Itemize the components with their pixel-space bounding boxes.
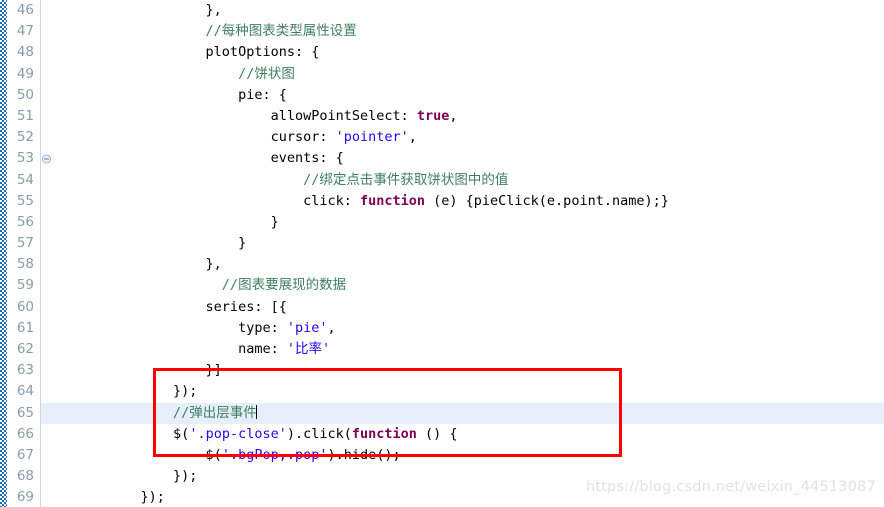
code-token-plain: type: — [43, 319, 287, 336]
code-token-plain: series: [{ — [43, 298, 287, 315]
gutter-separator — [40, 0, 41, 507]
code-token-plain: $( — [43, 446, 222, 463]
code-line[interactable]: series: [{ — [41, 297, 884, 318]
code-token-plain: , — [408, 129, 417, 146]
code-token-kw: function — [351, 425, 417, 442]
code-line[interactable]: } — [41, 212, 884, 233]
code-token-plain: () { — [416, 425, 458, 442]
code-line[interactable]: $('.bgPop,.pop').hide(); — [41, 445, 884, 466]
code-token-plain: ).hide(); — [327, 446, 401, 463]
code-token-plain: } — [43, 213, 279, 230]
code-line[interactable]: //饼状图 — [41, 64, 884, 85]
code-content-area[interactable]: }, //每种图表类型属性设置 plotOptions: { //饼状图 pie… — [41, 0, 884, 507]
code-token-comment: //每种图表类型属性设置 — [43, 23, 357, 40]
code-token-plain: ).click( — [286, 425, 352, 442]
code-token-string: 'pie' — [286, 319, 328, 336]
code-token-comment: //饼状图 — [43, 65, 295, 82]
code-fold-collapse-icon[interactable] — [42, 154, 51, 164]
code-token-plain: }); — [43, 383, 198, 400]
code-line[interactable]: //图表要展现的数据 — [41, 275, 884, 296]
code-line[interactable]: cursor: 'pointer', — [41, 127, 884, 148]
code-line[interactable]: $('.pop-close').click(function () { — [41, 424, 884, 445]
code-line[interactable]: allowPointSelect: true, — [41, 106, 884, 127]
code-token-plain: , — [327, 319, 336, 336]
code-line[interactable]: }, — [41, 254, 884, 275]
code-line[interactable]: plotOptions: { — [41, 42, 884, 63]
code-token-plain: pie: { — [43, 86, 287, 103]
code-token-plain: $( — [43, 425, 190, 442]
watermark-text: https://blog.csdn.net/weixin_44513087 — [585, 479, 876, 495]
code-token-string: '比率' — [286, 341, 331, 357]
text-caret — [255, 404, 258, 419]
code-token-plain: }, — [43, 256, 222, 273]
code-token-plain: cursor: — [43, 129, 336, 146]
code-token-plain: (e) {pieClick(e.point.name);} — [425, 192, 669, 209]
code-line[interactable]: }] — [41, 360, 884, 381]
code-token-plain: click: — [43, 192, 360, 209]
code-token-plain: , — [449, 107, 458, 124]
code-editor-screenshot: 46 47 48 49 50 51 52 53 54 55 56 57 58 59 60 61 62 63 64 65… — [0, 0, 884, 507]
code-line[interactable]: //弹出层事件 — [41, 402, 884, 424]
code-line[interactable]: events: { — [41, 148, 884, 169]
code-token-plain: events: { — [43, 150, 344, 167]
code-token-plain: }); — [43, 468, 198, 485]
code-token-kw: function — [359, 192, 426, 209]
code-token-comment: //弹出层事件 — [43, 404, 257, 421]
code-token-plain: }] — [43, 362, 222, 379]
code-line[interactable]: click: function (e) {pieClick(e.point.na… — [41, 191, 884, 212]
code-token-plain: }, — [43, 2, 222, 18]
code-token-plain: allowPointSelect: — [43, 107, 417, 124]
code-line[interactable]: //每种图表类型属性设置 — [41, 21, 884, 42]
code-line[interactable]: } — [41, 233, 884, 254]
code-line[interactable]: //绑定点击事件获取饼状图中的值 — [41, 170, 884, 191]
code-token-plain: } — [43, 235, 247, 252]
code-line[interactable]: type: 'pie', — [41, 318, 884, 339]
code-line[interactable]: }, — [41, 0, 884, 21]
code-token-bool: true — [416, 107, 450, 124]
code-token-plain: plotOptions: { — [43, 44, 320, 61]
left-edge-marker-strip — [0, 0, 7, 507]
code-token-plain: name: — [43, 341, 287, 357]
code-token-string: 'pointer' — [335, 129, 409, 146]
code-line[interactable]: }); — [41, 381, 884, 402]
code-token-plain: }); — [43, 489, 165, 506]
code-token-comment: //图表要展现的数据 — [43, 277, 347, 294]
code-line[interactable]: pie: { — [41, 85, 884, 106]
code-token-string: '.pop-close' — [189, 425, 287, 442]
code-token-comment: //绑定点击事件获取饼状图中的值 — [43, 171, 509, 188]
code-token-string: '.bgPop,.pop' — [221, 446, 328, 463]
code-line[interactable]: name: '比率' — [41, 339, 884, 360]
